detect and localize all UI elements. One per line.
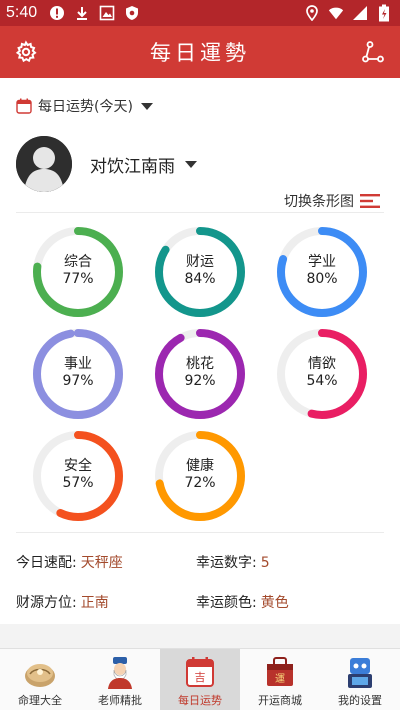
battery-icon xyxy=(376,4,392,22)
fortune-ring-romance: 桃花 92% xyxy=(154,328,246,420)
fortune-ring-wealth: 财运 84% xyxy=(154,226,246,318)
fortune-ring-safety: 安全 57% xyxy=(32,430,124,522)
wealth-direction-label: 财源方位: xyxy=(16,595,77,611)
svg-text:運: 運 xyxy=(275,673,285,685)
fortune-label: 综合 xyxy=(64,254,92,270)
svg-text:吉: 吉 xyxy=(195,671,206,684)
fortune-ring-desire: 情欲 54% xyxy=(276,328,368,420)
user-name: 对饮江南雨 xyxy=(90,156,175,177)
fortune-value: 92% xyxy=(184,373,216,389)
fortune-value: 80% xyxy=(306,271,338,287)
bottom-nav: 命理大全 老师精批 吉 每日运势 運 开运商城 我的设置 xyxy=(0,648,400,710)
lucky-color-value: 黄色 xyxy=(260,595,289,611)
chevron-down-icon xyxy=(185,160,197,168)
status-bar: 5:40 xyxy=(0,0,400,26)
lucky-number-value: 5 xyxy=(260,555,270,571)
fortune-ring-health: 健康 72% xyxy=(154,430,246,522)
nav-label: 开运商城 xyxy=(258,694,302,707)
robot-icon xyxy=(348,658,372,688)
calendar-icon xyxy=(16,98,32,114)
wealth-direction-value: 正南 xyxy=(80,595,109,611)
lucky-match: 今日速配: 天秤座 xyxy=(16,552,123,572)
nav-item-fortune-encyclopedia[interactable]: 命理大全 xyxy=(0,649,80,710)
fortune-value: 57% xyxy=(62,475,94,491)
lucky-color: 幸运颜色: 黄色 xyxy=(196,592,289,612)
chart-toggle-button[interactable]: 切换条形图 xyxy=(284,191,380,211)
lucky-match-value: 天秤座 xyxy=(80,555,123,571)
download-icon xyxy=(74,5,90,21)
nav-label: 我的设置 xyxy=(338,694,382,707)
page-title: 每日運勢 xyxy=(150,41,250,65)
fortune-panel: 每日运势(今天) 对饮江南雨 切换条形图 综合 77% 财运 84% 学业 80… xyxy=(0,78,400,624)
fortune-label: 学业 xyxy=(308,254,336,270)
signal-icon xyxy=(352,5,368,21)
nav-item-lucky-shop[interactable]: 運 开运商城 xyxy=(240,649,320,710)
date-selector[interactable]: 每日运势(今天) xyxy=(16,96,153,116)
fortune-label: 情欲 xyxy=(308,356,336,372)
nav-item-master-review[interactable]: 老师精批 xyxy=(80,649,160,710)
fortune-label: 桃花 xyxy=(186,356,214,372)
chevron-down-icon xyxy=(140,102,153,110)
fortune-value: 72% xyxy=(184,475,216,491)
fortune-value: 54% xyxy=(306,373,338,389)
share-icon xyxy=(362,41,384,63)
lucky-number-label: 幸运数字: xyxy=(196,555,257,571)
fortune-value: 97% xyxy=(62,373,94,389)
nav-item-daily-fortune[interactable]: 吉 每日运势 xyxy=(160,649,240,710)
settings-button[interactable] xyxy=(13,39,39,65)
status-time: 5:40 xyxy=(6,4,38,21)
app-bar: 每日運勢 xyxy=(0,26,400,78)
fortune-ring-overall: 综合 77% xyxy=(32,226,124,318)
fortune-label: 事业 xyxy=(64,356,92,372)
wealth-direction: 财源方位: 正南 xyxy=(16,592,109,612)
share-button[interactable] xyxy=(360,39,386,65)
book-icon xyxy=(25,664,55,687)
user-selector[interactable]: 对饮江南雨 xyxy=(16,136,197,192)
gear-icon xyxy=(15,40,37,63)
fortune-value: 77% xyxy=(62,271,94,287)
bar-chart-icon xyxy=(360,194,380,208)
date-selector-label: 每日运势(今天) xyxy=(38,99,133,115)
wifi-icon xyxy=(328,5,344,21)
fortune-value: 84% xyxy=(184,271,216,287)
shop-icon: 運 xyxy=(267,657,293,686)
nav-item-my-settings[interactable]: 我的设置 xyxy=(320,649,400,710)
fortune-ring-career: 事业 97% xyxy=(32,328,124,420)
image-icon xyxy=(99,5,115,21)
teacher-icon xyxy=(108,657,132,689)
chart-toggle-label: 切换条形图 xyxy=(284,194,354,210)
lucky-number: 幸运数字: 5 xyxy=(196,552,270,572)
calendar-icon: 吉 xyxy=(186,657,214,687)
fortune-ring-study: 学业 80% xyxy=(276,226,368,318)
divider xyxy=(16,532,384,533)
avatar xyxy=(16,136,72,192)
divider xyxy=(16,212,384,213)
lucky-color-label: 幸运颜色: xyxy=(196,595,257,611)
fortune-label: 财运 xyxy=(186,254,214,270)
shield-icon xyxy=(124,5,140,21)
nav-label: 命理大全 xyxy=(18,694,62,707)
fortune-label: 健康 xyxy=(186,458,214,474)
fortune-label: 安全 xyxy=(64,458,92,474)
location-icon xyxy=(304,5,320,21)
nav-label: 老师精批 xyxy=(98,694,142,707)
alert-icon xyxy=(49,5,65,21)
nav-label: 每日运势 xyxy=(178,694,222,707)
lucky-match-label: 今日速配: xyxy=(16,555,77,571)
